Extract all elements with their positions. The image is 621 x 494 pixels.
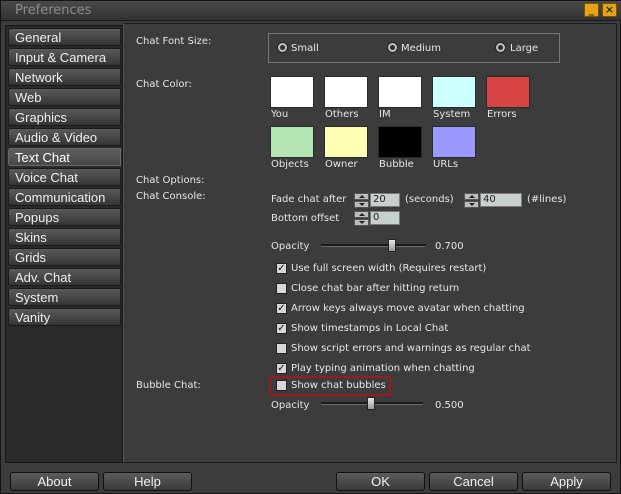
chat-font-size-label: Chat Font Size:: [136, 36, 212, 47]
checkbox-typing-animation-label: Play typing animation when chatting: [291, 363, 475, 374]
swatch-you[interactable]: [270, 76, 314, 108]
seconds-label: (seconds): [405, 194, 454, 205]
swatch-owner-label: Owner: [325, 159, 358, 170]
cancel-button[interactable]: Cancel: [429, 472, 518, 491]
swatch-im[interactable]: [378, 76, 422, 108]
checkbox-script-errors-label: Show script errors and warnings as regul…: [291, 343, 531, 354]
tab-system[interactable]: System: [8, 288, 121, 306]
swatch-you-label: You: [271, 109, 289, 120]
preferences-sidebar: General Input & Camera Network Web Graph…: [5, 25, 123, 463]
checkbox-full-screen-width-label: Use full screen width (Requires restart): [291, 263, 487, 274]
checkbox-show-chat-bubbles-label: Show chat bubbles: [291, 380, 386, 391]
chat-color-label: Chat Color:: [136, 79, 192, 90]
minimize-icon[interactable]: _: [584, 3, 599, 17]
swatch-errors[interactable]: [486, 76, 530, 108]
checkbox-arrow-keys[interactable]: ✓: [276, 303, 287, 314]
bubble-chat-label: Bubble Chat:: [136, 380, 201, 391]
console-opacity-label: Opacity: [271, 241, 310, 252]
tab-skins[interactable]: Skins: [8, 228, 121, 246]
swatch-im-label: IM: [379, 109, 391, 120]
checkbox-typing-animation[interactable]: ✓: [276, 363, 287, 374]
console-opacity-thumb[interactable]: [388, 239, 396, 252]
apply-button[interactable]: Apply: [522, 472, 611, 491]
tab-communication[interactable]: Communication: [8, 188, 121, 206]
close-icon[interactable]: ×: [602, 3, 617, 17]
chat-font-size-group: Small Medium Large: [268, 33, 560, 63]
radio-large-label: Large: [510, 43, 539, 54]
fade-seconds-input[interactable]: 20: [370, 193, 400, 207]
bottom-offset-label: Bottom offset: [271, 213, 340, 224]
radio-small[interactable]: [277, 42, 288, 53]
swatch-urls-label: URLs: [433, 159, 459, 170]
console-opacity-slider[interactable]: [321, 244, 426, 247]
swatch-owner[interactable]: [324, 126, 368, 158]
checkbox-close-chat-bar-label: Close chat bar after hitting return: [291, 283, 460, 294]
checkbox-timestamps-label: Show timestamps in Local Chat: [291, 323, 449, 334]
checkbox-timestamps[interactable]: ✓: [276, 323, 287, 334]
lines-input[interactable]: 40: [480, 193, 522, 207]
ok-button[interactable]: OK: [336, 472, 425, 491]
window-title: Preferences: [15, 3, 92, 18]
bubble-opacity-label: Opacity: [271, 400, 310, 411]
swatch-bubble-label: Bubble: [379, 159, 414, 170]
tab-voice-chat[interactable]: Voice Chat: [8, 168, 121, 186]
tab-popups[interactable]: Popups: [8, 208, 121, 226]
swatch-others[interactable]: [324, 76, 368, 108]
swatch-bubble[interactable]: [378, 126, 422, 158]
lines-spinner-icon[interactable]: [464, 193, 479, 208]
radio-small-label: Small: [291, 43, 319, 54]
lines-label: (#lines): [527, 194, 567, 205]
radio-medium[interactable]: [387, 42, 398, 53]
title-bar[interactable]: Preferences _ ×: [1, 1, 621, 21]
chat-options-label: Chat Options:: [136, 175, 205, 186]
swatch-others-label: Others: [325, 109, 359, 120]
tab-web[interactable]: Web: [8, 88, 121, 106]
chat-console-label: Chat Console:: [136, 191, 206, 202]
radio-medium-label: Medium: [401, 43, 441, 54]
tab-vanity[interactable]: Vanity: [8, 308, 121, 326]
swatch-objects[interactable]: [270, 126, 314, 158]
checkbox-show-chat-bubbles[interactable]: [276, 380, 287, 391]
tab-graphics[interactable]: Graphics: [8, 108, 121, 126]
tab-general[interactable]: General: [8, 28, 121, 46]
fade-spinner-icon[interactable]: [354, 193, 369, 208]
checkbox-script-errors[interactable]: [276, 343, 287, 354]
tab-text-chat[interactable]: Text Chat: [8, 148, 121, 166]
fade-chat-label: Fade chat after: [271, 194, 347, 205]
swatch-system-label: System: [433, 109, 471, 120]
bubble-opacity-thumb[interactable]: [367, 397, 375, 410]
checkbox-arrow-keys-label: Arrow keys always move avatar when chatt…: [291, 303, 525, 314]
tab-network[interactable]: Network: [8, 68, 121, 86]
bubble-opacity-value: 0.500: [435, 400, 464, 411]
tab-adv-chat[interactable]: Adv. Chat: [8, 268, 121, 286]
tab-grids[interactable]: Grids: [8, 248, 121, 266]
checkbox-close-chat-bar[interactable]: [276, 283, 287, 294]
swatch-system[interactable]: [432, 76, 476, 108]
tab-audio-video[interactable]: Audio & Video: [8, 128, 121, 146]
radio-large[interactable]: [495, 42, 506, 53]
checkbox-full-screen-width[interactable]: ✓: [276, 263, 287, 274]
swatch-errors-label: Errors: [487, 109, 517, 120]
preferences-window: Preferences _ × General Input & Camera N…: [0, 0, 621, 494]
help-button[interactable]: Help: [103, 472, 192, 491]
console-opacity-value: 0.700: [435, 241, 464, 252]
offset-spinner-icon[interactable]: [354, 211, 369, 226]
swatch-objects-label: Objects: [271, 159, 309, 170]
about-button[interactable]: About: [10, 472, 99, 491]
tab-input-camera[interactable]: Input & Camera: [8, 48, 121, 66]
bottom-offset-input[interactable]: 0: [370, 211, 400, 225]
swatch-urls[interactable]: [432, 126, 476, 158]
